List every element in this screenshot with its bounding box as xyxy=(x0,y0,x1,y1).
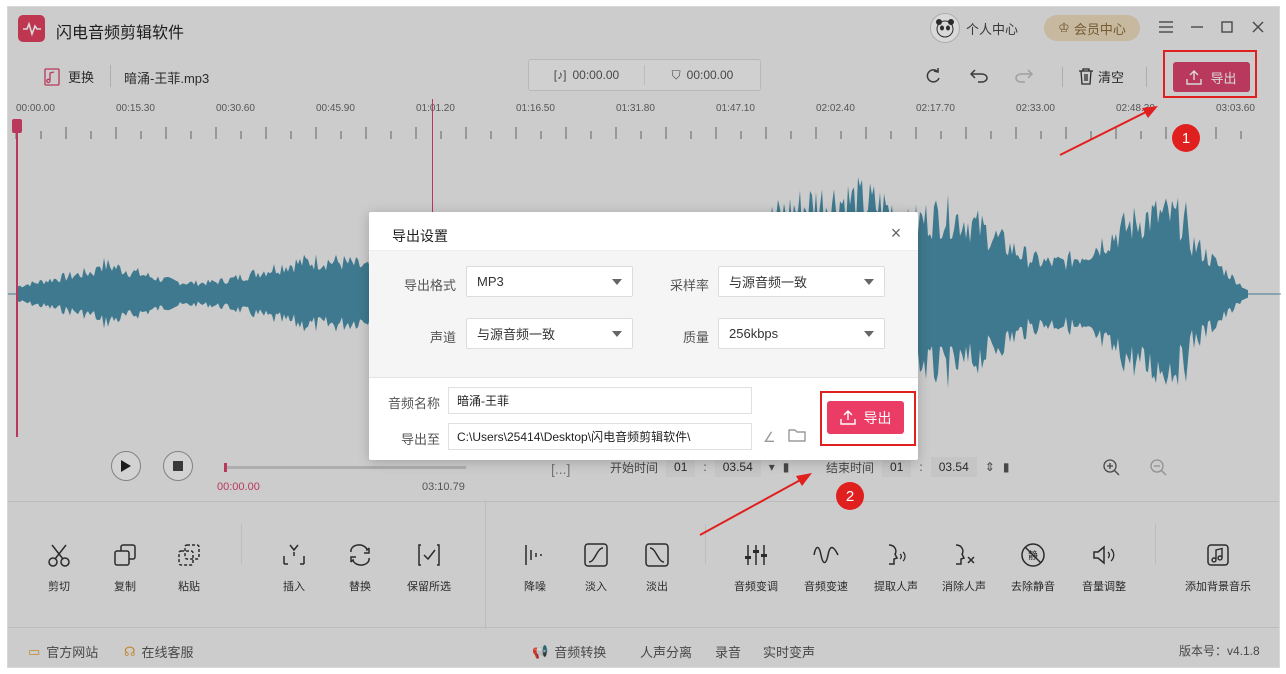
export-path-label: 导出至 xyxy=(400,432,440,447)
channel-value: 与源音频一致 xyxy=(477,327,556,342)
quality-select[interactable]: 256kbps xyxy=(718,318,885,349)
export-path-input[interactable]: C:\Users\25414\Desktop\闪电音频剪辑软件\ xyxy=(448,423,752,450)
sample-rate-label: 采样率 xyxy=(669,278,709,293)
chevron-down-icon xyxy=(864,331,874,337)
format-label: 导出格式 xyxy=(403,278,456,293)
folder-icon[interactable] xyxy=(788,428,806,447)
channel-select[interactable]: 与源音频一致 xyxy=(466,318,633,349)
audio-name-label: 音频名称 xyxy=(387,396,440,411)
channel-label: 声道 xyxy=(429,330,456,345)
quality-label: 质量 xyxy=(682,330,709,345)
sample-rate-value: 与源音频一致 xyxy=(729,275,808,290)
chevron-down-icon xyxy=(612,331,622,337)
dialog-title: 导出设置 xyxy=(392,228,448,244)
format-value: MP3 xyxy=(477,274,504,289)
sample-rate-select[interactable]: 与源音频一致 xyxy=(718,266,885,297)
quality-value: 256kbps xyxy=(729,326,779,341)
edit-icon[interactable]: ∠ xyxy=(763,429,776,446)
highlight-box xyxy=(1163,50,1257,98)
dialog-close-icon[interactable]: × xyxy=(887,223,905,243)
format-select[interactable]: MP3 xyxy=(466,266,633,297)
step-1-badge: 1 xyxy=(1172,124,1200,152)
step-2-badge: 2 xyxy=(836,482,864,510)
chevron-down-icon xyxy=(864,279,874,285)
chevron-down-icon xyxy=(612,279,622,285)
format-settings: 导出格式 MP3 采样率 与源音频一致 声道 与源音频一致 质量 256kbps xyxy=(369,250,918,378)
highlight-box xyxy=(820,391,916,446)
audio-name-input[interactable]: 暗涌-王菲 xyxy=(448,387,752,414)
